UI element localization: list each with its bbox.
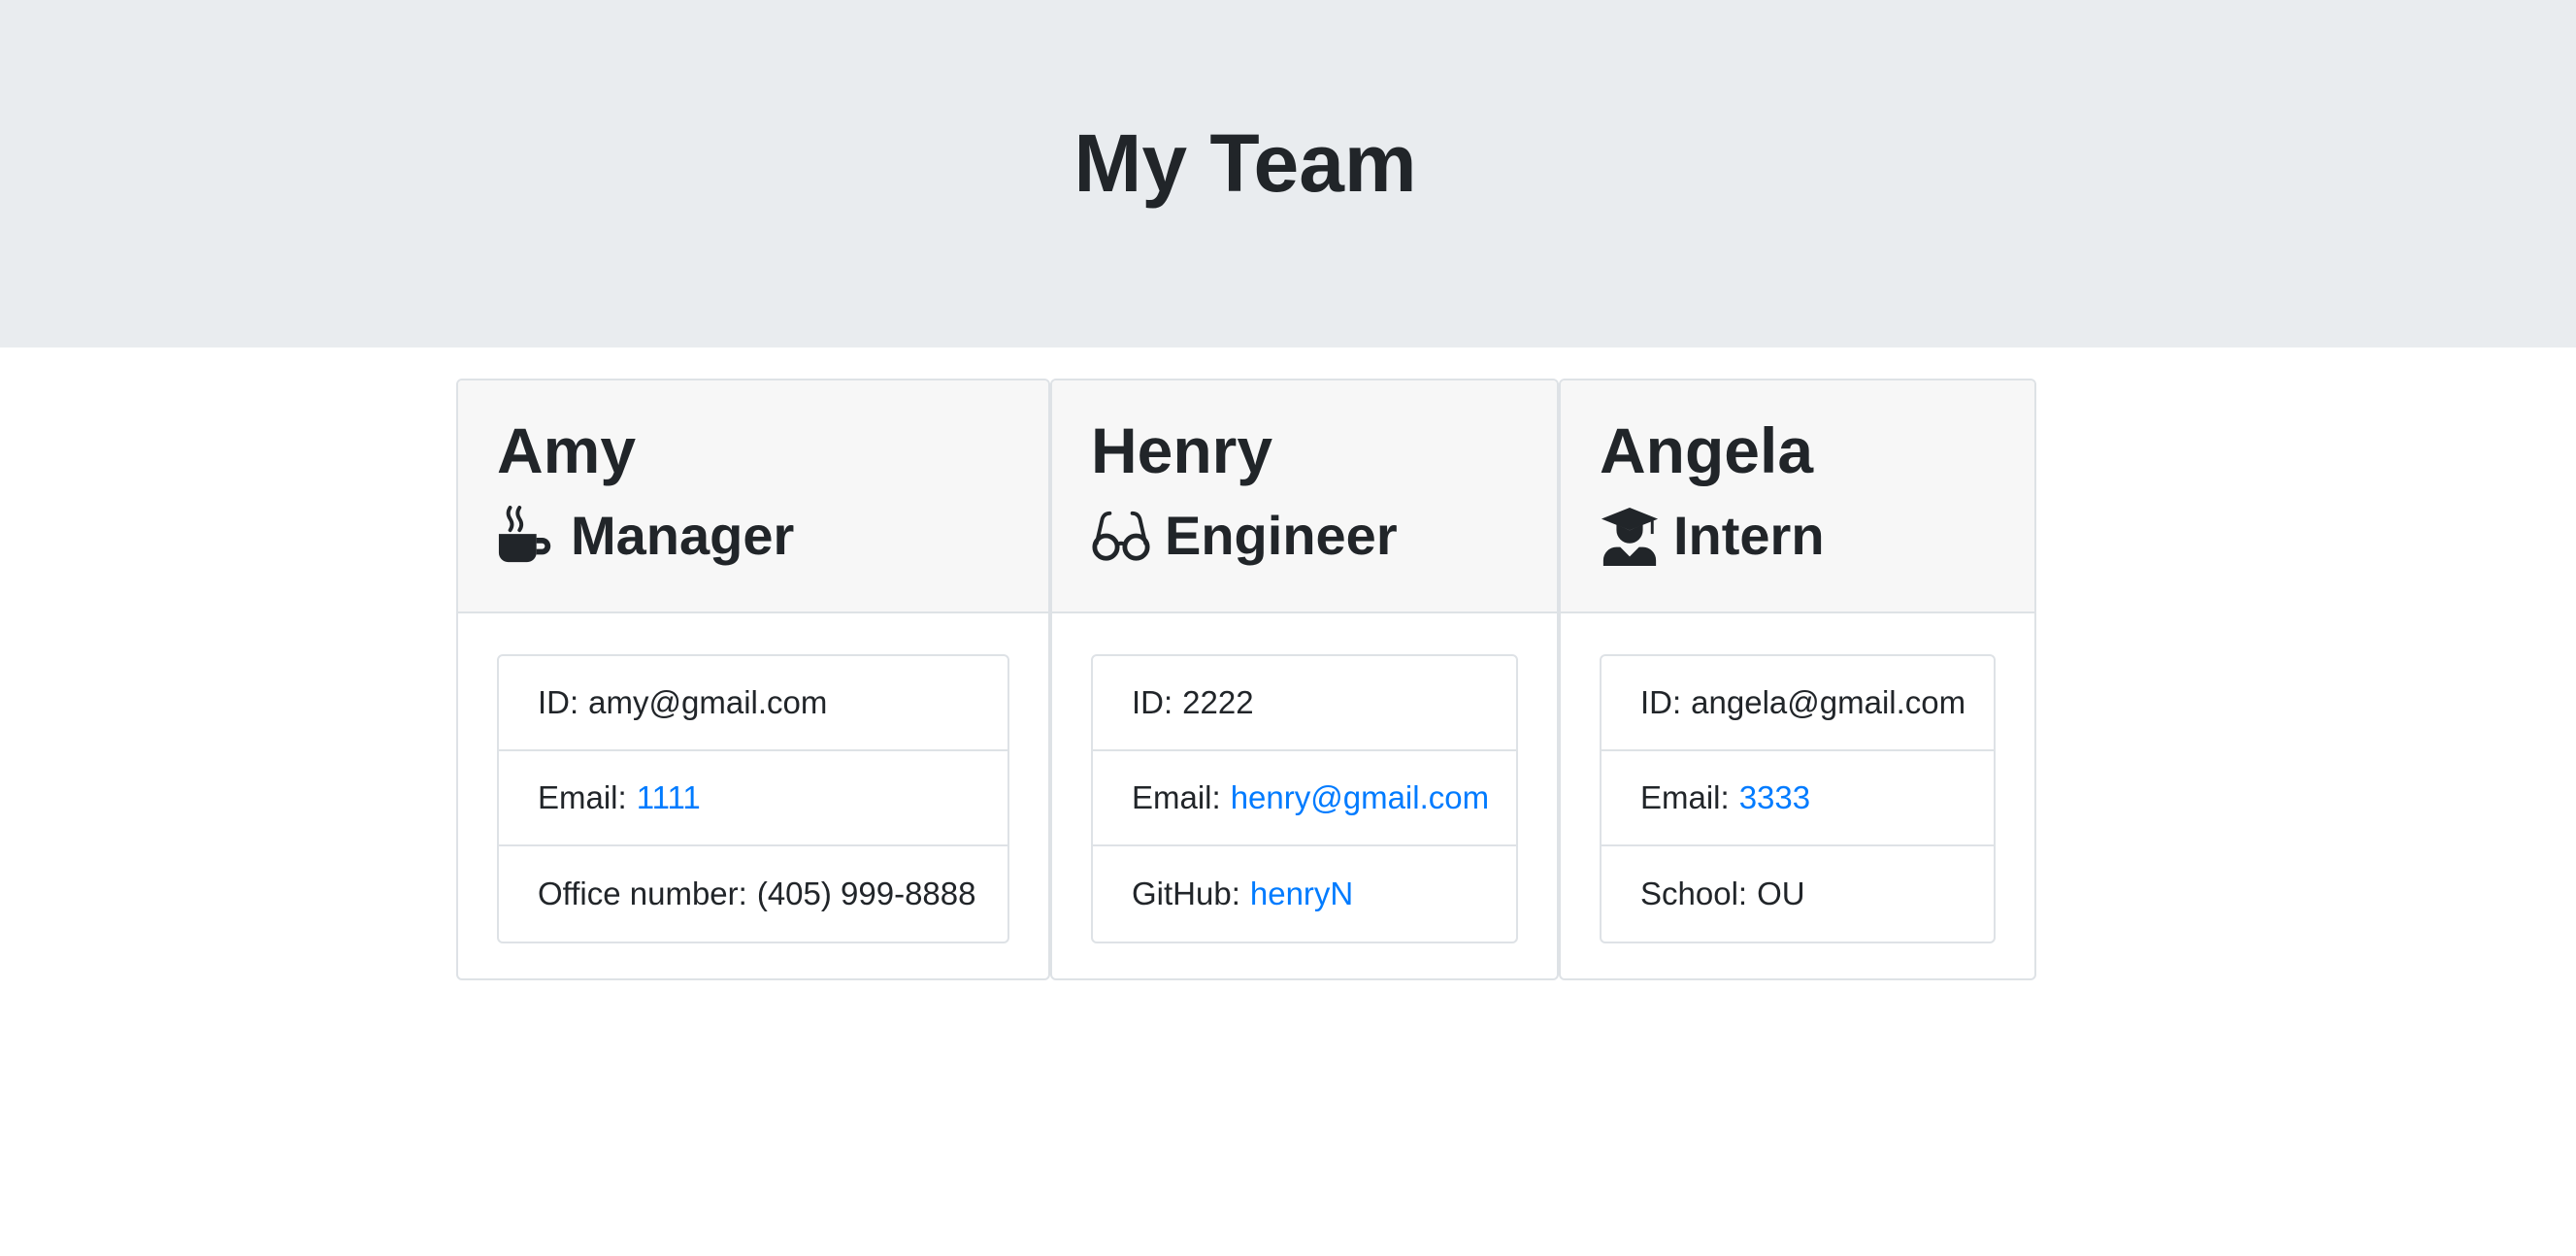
role-label: Engineer: [1165, 505, 1398, 566]
list-item-id: ID: 2222: [1093, 656, 1516, 751]
office-label: Office number:: [538, 876, 747, 911]
mug-hot-icon: [497, 506, 557, 566]
list-item-id: ID: amy@gmail.com: [499, 656, 1007, 751]
school-value: OU: [1757, 876, 1805, 911]
card-header: Amy Manager: [458, 380, 1048, 613]
card-header: Henry Engineer: [1052, 380, 1557, 613]
employee-details-list: ID: amy@gmail.com Email: 1111 Office num…: [497, 654, 1009, 943]
list-item-id: ID: angela@gmail.com: [1602, 656, 1994, 751]
office-value: (405) 999-8888: [756, 876, 976, 911]
employee-details-list: ID: angela@gmail.com Email: 3333 School:…: [1600, 654, 1996, 943]
id-label: ID:: [1640, 684, 1682, 720]
email-link[interactable]: henry@gmail.com: [1231, 779, 1489, 816]
id-label: ID:: [538, 684, 579, 720]
id-label: ID:: [1132, 684, 1173, 720]
employee-role: Engineer: [1091, 501, 1398, 571]
employee-role: Intern: [1600, 501, 1825, 571]
email-label: Email:: [1640, 779, 1730, 815]
role-label: Manager: [571, 505, 795, 566]
employee-name: Angela: [1600, 414, 1814, 486]
page-title: My Team: [1073, 117, 1417, 209]
role-label: Intern: [1673, 505, 1825, 566]
email-label: Email:: [538, 779, 627, 815]
employee-card-manager: Amy Manager ID: amy@gmail.com Email: 111…: [456, 379, 1050, 980]
school-label: School:: [1640, 876, 1748, 911]
list-item-email: Email: henry@gmail.com: [1093, 751, 1516, 846]
employee-role: Manager: [497, 501, 794, 571]
id-value: 2222: [1182, 684, 1254, 720]
card-header: Angela Intern: [1561, 380, 2034, 613]
id-value: amy@gmail.com: [588, 684, 828, 720]
email-label: Email:: [1132, 779, 1221, 815]
list-item-office: Office number: (405) 999-8888: [499, 846, 1007, 942]
employee-details-list: ID: 2222 Email: henry@gmail.com GitHub: …: [1091, 654, 1518, 943]
github-link[interactable]: henryN: [1250, 876, 1353, 912]
employee-card-intern: Angela Intern ID: angela@gmail.com Email…: [1559, 379, 2036, 980]
header-jumbotron: My Team: [0, 0, 2576, 347]
employee-name: Amy: [497, 414, 637, 486]
employee-card-engineer: Henry Engineer ID: 2222 Email: henry@gma…: [1050, 379, 1559, 980]
id-value: angela@gmail.com: [1691, 684, 1966, 720]
employee-name: Henry: [1091, 414, 1273, 486]
list-item-email: Email: 1111: [499, 751, 1007, 846]
glasses-icon: [1091, 506, 1151, 566]
github-label: GitHub:: [1132, 876, 1240, 911]
list-item-github: GitHub: henryN: [1093, 846, 1516, 942]
email-link[interactable]: 1111: [637, 779, 701, 816]
graduate-icon: [1600, 506, 1660, 566]
list-item-school: School: OU: [1602, 846, 1994, 942]
email-link[interactable]: 3333: [1739, 779, 1810, 816]
list-item-email: Email: 3333: [1602, 751, 1994, 846]
